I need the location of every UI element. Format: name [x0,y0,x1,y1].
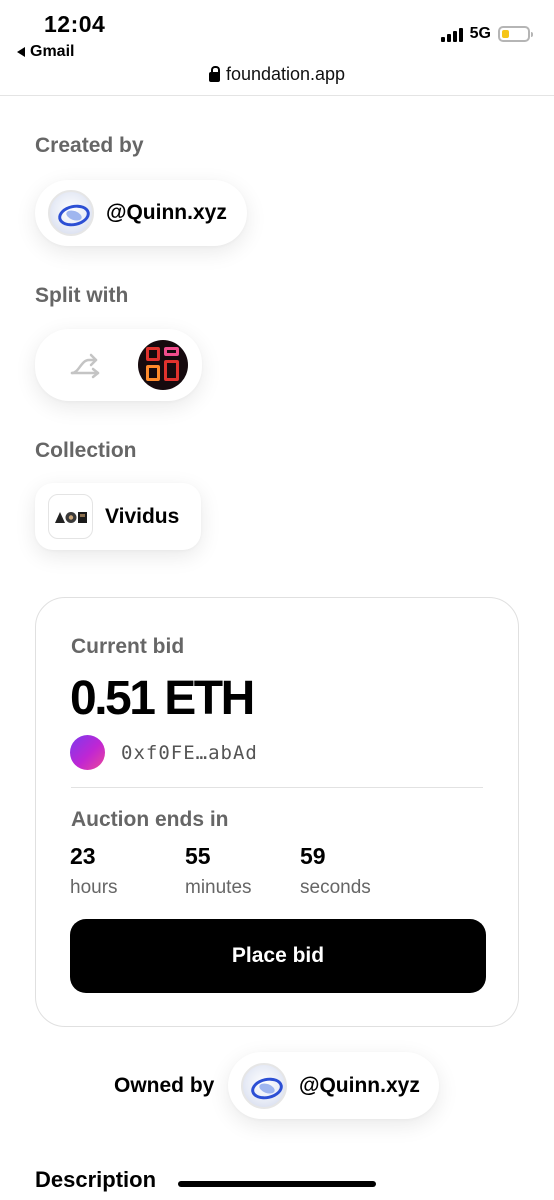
header-divider [0,95,554,96]
creator-username: @Quinn.xyz [106,201,227,224]
countdown-seconds-value: 59 [300,843,326,869]
created-by-label: Created by [35,134,144,157]
collection-logo-icon [54,511,87,523]
split-pill[interactable] [35,329,202,401]
status-indicators: 5G [440,25,533,43]
back-app-label: Gmail [30,43,75,60]
status-time: 12:04 [44,11,106,37]
lock-icon [208,65,220,82]
collection-name: Vividus [105,504,180,528]
split-arrow-icon [70,353,100,379]
url-bar[interactable]: foundation.app [0,64,554,85]
bidder-address: 0xf0FE…abAd [121,741,258,764]
countdown-minutes-value: 55 [185,843,211,869]
description-heading: Description [35,1167,157,1192]
collection-pill[interactable]: Vividus [35,483,201,550]
owned-by-label: Owned by [114,1074,215,1097]
page: 12:04 Gmail 5G foundation.app Created by… [0,0,554,1200]
owner-pill[interactable]: @Quinn.xyz [228,1052,439,1119]
creator-pill[interactable]: @Quinn.xyz [35,180,247,246]
back-arrow-icon [17,47,25,57]
countdown-hours-unit: hours [70,877,118,898]
auction-ends-label: Auction ends in [71,808,229,831]
collection-label: Collection [35,439,137,462]
countdown-hours-value: 23 [70,843,96,869]
split-with-label: Split with [35,284,129,307]
owner-username: @Quinn.xyz [299,1073,420,1097]
card-divider [71,787,483,788]
back-to-app-link[interactable]: Gmail [17,43,74,61]
signal-icon [440,27,463,42]
battery-icon [498,26,533,42]
network-type: 5G [469,25,491,42]
place-bid-button[interactable]: Place bid [70,919,486,993]
creator-avatar [48,190,94,236]
countdown-minutes-unit: minutes [185,877,252,898]
current-bid-amount: 0.51 ETH [70,672,255,725]
top-bidder[interactable]: 0xf0FE…abAd [70,735,258,770]
countdown-seconds-unit: seconds [300,877,371,898]
current-bid-label: Current bid [71,635,185,658]
collection-thumbnail [48,494,93,539]
home-indicator[interactable] [178,1181,376,1187]
url-text: foundation.app [225,64,346,84]
split-collaborator-avatar [138,340,188,390]
bidder-avatar [70,735,105,770]
auction-card: Current bid 0.51 ETH 0xf0FE…abAd Auction… [35,597,519,1027]
owner-avatar [241,1062,287,1109]
